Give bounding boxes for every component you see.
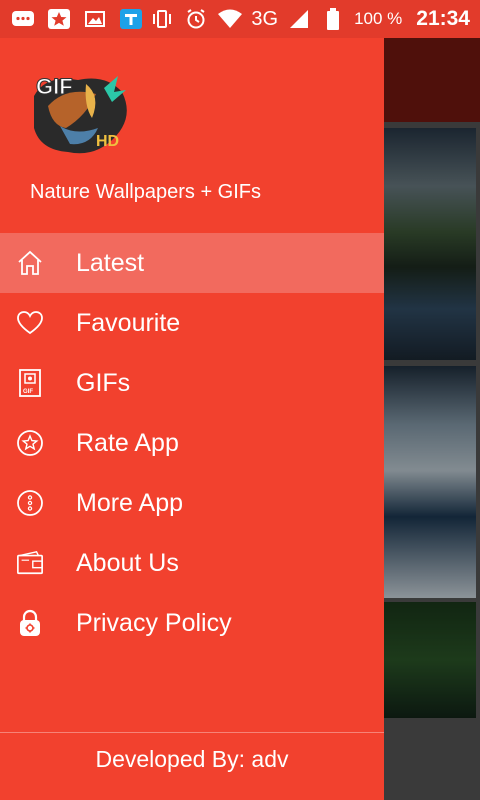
menu-label-latest: Latest [76, 248, 145, 277]
status-bar: 3G 100 % 21:34 [0, 0, 480, 38]
signal-icon [286, 8, 312, 30]
wallet-icon [16, 549, 44, 577]
navigation-drawer: GIF HD Nature Wallpapers + GIFs Latest F… [0, 38, 384, 800]
star-app-icon [46, 8, 72, 30]
menu-label-favourite: Favourite [76, 308, 181, 337]
app-logo: GIF HD [26, 66, 136, 162]
menu-item-privacy-policy[interactable]: Privacy Policy [0, 593, 384, 653]
menu-item-about-us[interactable]: About Us [0, 533, 384, 593]
menu-label-rate-app: Rate App [76, 428, 179, 457]
battery-icon [320, 8, 346, 30]
tasks-app-icon [118, 8, 144, 30]
star-circle-icon [16, 429, 44, 457]
drawer-menu: Latest Favourite GIF GIFs Rate App More … [0, 233, 384, 653]
logo-text-gif: GIF [36, 74, 73, 99]
home-icon [16, 249, 44, 277]
logo-text-hd: HD [96, 133, 119, 150]
app-name: Nature Wallpapers + GIFs [30, 181, 262, 203]
alarm-icon [183, 8, 209, 30]
network-type: 3G [251, 7, 279, 30]
menu-item-latest[interactable]: Latest [0, 233, 384, 293]
menu-item-more-app[interactable]: More App [0, 473, 384, 533]
battery-percent: 100 % [354, 9, 403, 28]
vibrate-icon [149, 8, 175, 30]
menu-label-gifs: GIFs [76, 368, 131, 397]
drawer-header: GIF HD Nature Wallpapers + GIFs [0, 38, 384, 233]
wifi-icon [217, 8, 243, 30]
developer-credit: Developed By: adv [95, 746, 289, 772]
menu-label-privacy-policy: Privacy Policy [76, 608, 232, 637]
menu-item-favourite[interactable]: Favourite [0, 293, 384, 353]
gallery-icon [82, 8, 108, 30]
menu-label-more-app: More App [76, 488, 184, 517]
menu-item-rate-app[interactable]: Rate App [0, 413, 384, 473]
menu-item-gifs[interactable]: GIF GIFs [0, 353, 384, 413]
more-circle-icon [16, 489, 44, 517]
svg-text:GIF: GIF [23, 389, 33, 395]
clock: 21:34 [416, 7, 470, 30]
gif-file-icon: GIF [16, 369, 44, 397]
message-icon [10, 8, 36, 30]
scrim-overlay[interactable] [384, 38, 480, 800]
heart-icon [16, 309, 44, 337]
footer-divider [0, 732, 384, 733]
menu-label-about-us: About Us [76, 548, 179, 577]
lock-icon [16, 609, 44, 637]
